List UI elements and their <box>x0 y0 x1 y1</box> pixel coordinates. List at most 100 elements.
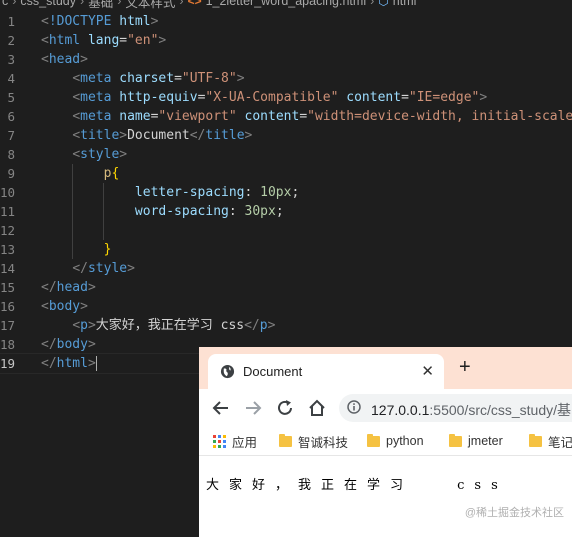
breadcrumb-item[interactable]: css_study <box>20 0 76 8</box>
chevron-right-icon: › <box>370 0 375 8</box>
code-token: meta <box>80 109 112 124</box>
code-token: html <box>119 14 151 29</box>
info-icon[interactable] <box>347 400 361 414</box>
breadcrumb-item[interactable]: html <box>393 0 417 8</box>
code-text: <head> <box>41 50 88 69</box>
bookmarks-bar: 应用 智诚科技 python jmeter 笔记 <box>199 427 572 456</box>
html-file-icon: <> <box>187 0 202 8</box>
folder-icon <box>449 433 462 447</box>
code-text: letter-spacing: 10px; <box>41 183 299 202</box>
new-tab-button[interactable]: + <box>459 356 471 379</box>
bookmark-folder[interactable]: python <box>367 433 424 449</box>
code-line[interactable]: 10 letter-spacing: 10px; <box>0 183 572 202</box>
reload-icon[interactable] <box>275 398 295 418</box>
code-line[interactable]: 15 </head> <box>0 278 572 297</box>
code-line[interactable]: 13 } <box>0 240 572 259</box>
code-token: > <box>158 33 167 48</box>
forward-arrow-icon[interactable] <box>243 398 263 418</box>
line-number: 8 <box>7 147 15 162</box>
code-token: "X-UA-Compatible" <box>205 90 339 105</box>
code-line[interactable]: 12 <box>0 221 572 240</box>
code-line[interactable]: 2 <html lang="en"> <box>0 31 572 50</box>
code-token: > <box>87 337 96 352</box>
code-line[interactable]: 9 p{ <box>0 164 572 183</box>
code-line[interactable]: 5 <meta http-equiv = "X-UA-Compatible" con… <box>0 88 572 107</box>
code-token: charset <box>119 71 175 86</box>
code-line[interactable]: 16 <body> <box>0 297 572 316</box>
code-token: < <box>41 14 49 29</box>
code-text: <meta http-equiv = "X-UA-Compatible" conte… <box>41 88 487 107</box>
code-line[interactable]: 4 <meta charset="UTF-8"> <box>0 69 572 88</box>
code-token: 10px <box>260 185 292 200</box>
code-editor[interactable]: 1 <!DOCTYPE html> 2 <html lang="en"> 3 <head>… <box>0 12 572 374</box>
code-line[interactable]: 3 <head> <box>0 50 572 69</box>
code-text: <meta charset="UTF-8"> <box>41 69 244 88</box>
line-number: 7 <box>7 128 15 143</box>
code-line[interactable]: 7 <title>Document</title> <box>0 126 572 145</box>
code-token: name <box>119 109 151 124</box>
breadcrumb-item[interactable]: 基础 <box>88 0 113 11</box>
code-text: </html> <box>41 354 97 373</box>
tab-title: Document <box>243 364 303 379</box>
line-number: 4 <box>7 71 15 86</box>
line-number: 18 <box>0 337 16 352</box>
breadcrumb: c › css_study › 基础 › 文本样式 › <> 1_2letter… <box>0 0 572 11</box>
code-token: < <box>72 71 81 86</box>
address-bar[interactable]: 127.0.0.1:5500/src/css_study/基 <box>339 394 572 422</box>
bookmark-folder[interactable]: 智诚科技 <box>279 433 348 450</box>
code-token: > <box>119 147 128 162</box>
close-icon[interactable]: ✕ <box>421 362 434 380</box>
folder-icon <box>367 433 380 447</box>
code-token: body <box>56 337 88 352</box>
code-token: "width=device-width, initial-scale= <box>307 109 572 124</box>
code-text: <meta name="viewport" content="width=dev… <box>41 107 572 126</box>
code-line[interactable]: 11 word-spacing: 30px; <box>0 202 572 221</box>
code-text: word-spacing: 30px; <box>41 202 284 221</box>
bookmark-label: 应用 <box>232 435 258 450</box>
breadcrumb-item[interactable]: c <box>2 0 8 8</box>
code-line[interactable]: 14 </style> <box>0 259 572 278</box>
code-token: html <box>48 33 81 48</box>
code-line[interactable]: 8 <style> <box>0 145 572 164</box>
chevron-right-icon: › <box>179 0 184 8</box>
code-token: meta <box>80 71 112 86</box>
code-line[interactable]: 6 <meta name="viewport" content="width=d… <box>0 107 572 126</box>
code-token: < <box>41 299 49 314</box>
code-line[interactable]: 1 <!DOCTYPE html> <box>0 12 572 31</box>
code-token: > <box>80 52 88 67</box>
code-token: > <box>87 356 96 371</box>
code-text: <!DOCTYPE html> <box>41 12 158 31</box>
tab-document[interactable]: Document ✕ <box>208 354 444 389</box>
symbol-element-icon: ⬡ <box>378 0 389 8</box>
back-arrow-icon[interactable] <box>211 398 231 418</box>
code-text: p{ <box>41 164 120 183</box>
home-icon[interactable] <box>307 398 327 418</box>
code-token: < <box>41 33 49 48</box>
bookmark-folder[interactable]: jmeter <box>449 433 503 449</box>
breadcrumb-item[interactable]: 1_2letter_word_apacing.html <box>206 0 367 8</box>
code-token: } <box>103 242 112 257</box>
code-token: meta <box>80 90 112 105</box>
code-token: "UTF-8" <box>181 71 237 86</box>
code-token: < <box>72 128 81 143</box>
code-token: > <box>150 14 159 29</box>
bookmark-label: python <box>386 434 424 448</box>
code-token: content <box>244 109 300 124</box>
page-paragraph: 大家好，我正在学习 css <box>206 478 508 493</box>
tab-strip: Document ✕ + <box>199 347 572 389</box>
watermark: @稀土掘金技术社区 <box>464 507 564 519</box>
code-token: "en" <box>127 33 159 48</box>
code-token: title <box>205 128 245 143</box>
code-text: <html lang="en"> <box>41 31 166 50</box>
bookmark-apps[interactable]: 应用 <box>213 433 258 450</box>
code-text: <title>Document</title> <box>41 126 252 145</box>
code-token: = <box>401 90 409 105</box>
line-number: 16 <box>0 299 16 314</box>
code-token: p <box>80 318 88 333</box>
breadcrumb-item[interactable]: 文本样式 <box>125 0 175 11</box>
bookmark-folder[interactable]: 笔记 <box>529 433 572 450</box>
code-line[interactable]: 17 <p>大家好，我正在学习 css</p> <box>0 316 572 335</box>
globe-icon <box>220 364 235 379</box>
code-token: : <box>228 204 245 219</box>
